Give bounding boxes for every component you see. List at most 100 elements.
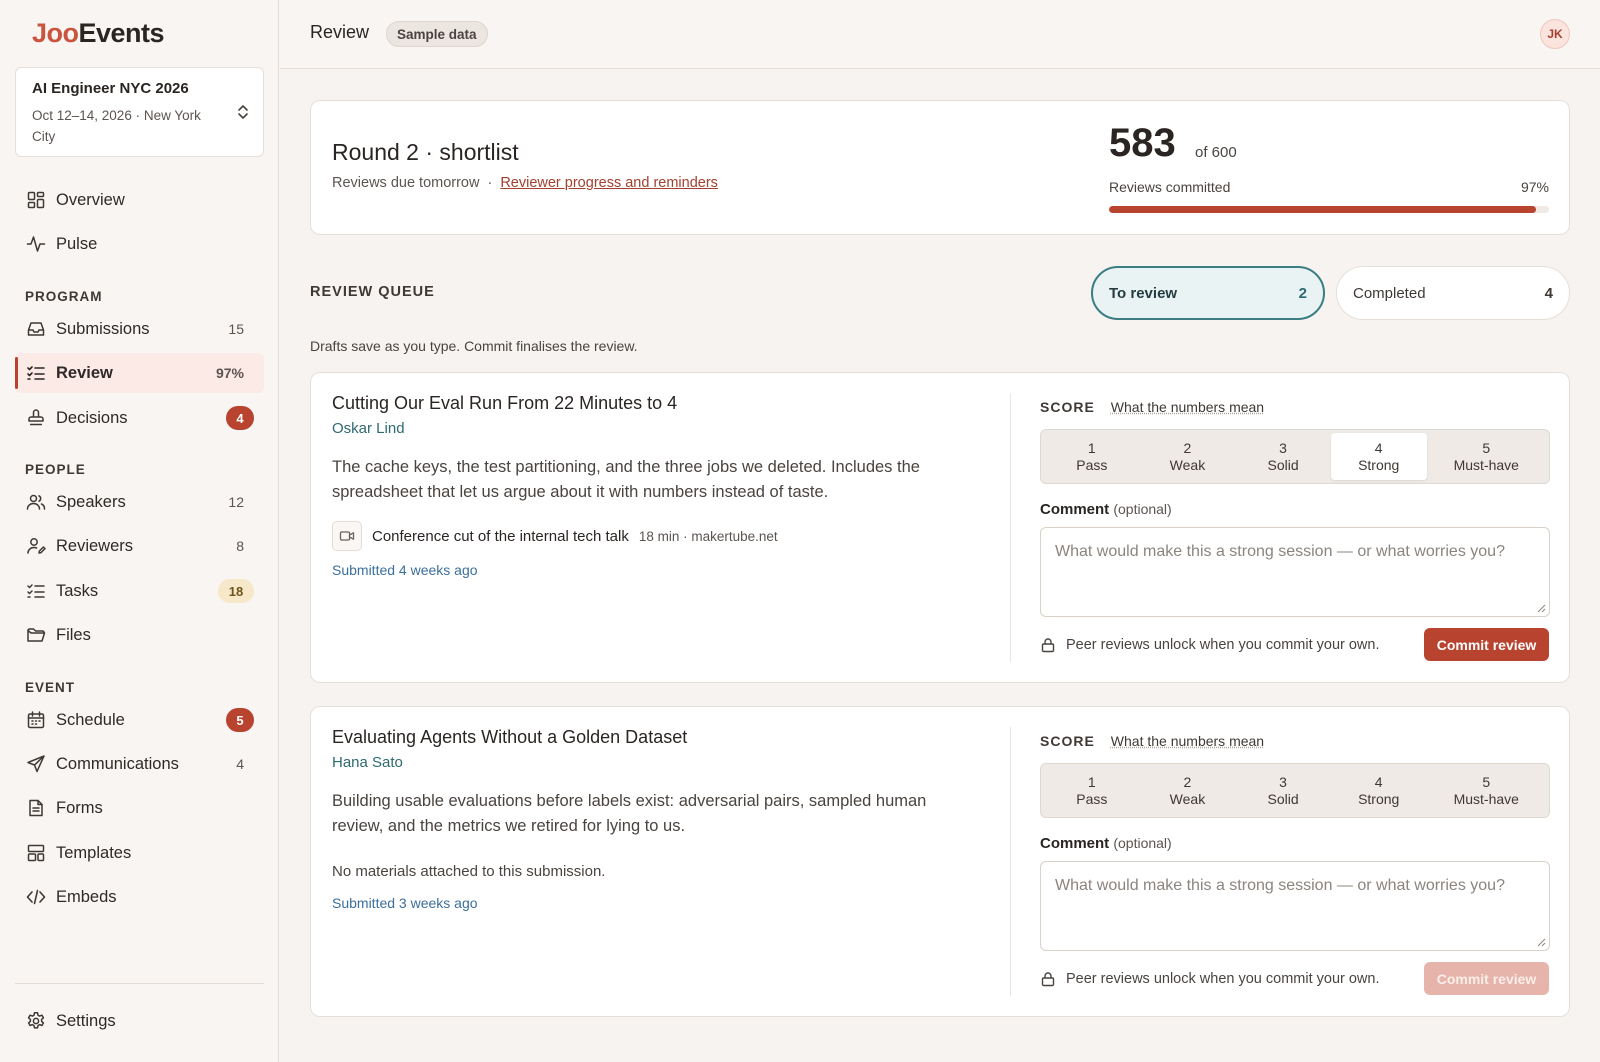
committed-count: 583 [1109, 121, 1176, 165]
sidebar-item-count: 12 [228, 494, 244, 510]
sidebar-item-label: Templates [56, 843, 132, 862]
card-divider [1010, 727, 1011, 996]
sidebar-item-review[interactable]: Review 97% [15, 353, 264, 393]
commit-review-button[interactable]: Commit review [1424, 962, 1549, 995]
grid-icon [26, 190, 46, 210]
sidebar-item-label: Settings [56, 1011, 116, 1030]
sidebar-item-schedule[interactable]: Schedule 5 [15, 700, 264, 740]
score-option-4[interactable]: 4 Strong [1331, 767, 1427, 814]
score-number: 2 [1183, 773, 1192, 790]
reviewer-progress-link[interactable]: Reviewer progress and reminders [500, 175, 718, 191]
tab-label: To review [1109, 284, 1178, 302]
sidebar-item-reviewers[interactable]: Reviewers 8 [15, 526, 264, 566]
avatar[interactable]: JK [1540, 19, 1570, 49]
score-text: Solid [1267, 456, 1299, 473]
sidebar-item-forms[interactable]: Forms [15, 788, 264, 828]
activity-icon [26, 234, 46, 254]
score-text: Weak [1169, 790, 1206, 807]
users-icon [26, 492, 46, 512]
score-option-1[interactable]: 1 Pass [1044, 767, 1140, 814]
session-author[interactable]: Hana Sato [332, 754, 403, 771]
score-selector: 1 Pass 2 Weak 3 Solid 4 Strong 5 Must-have [1040, 763, 1550, 818]
sidebar-item-tasks[interactable]: Tasks 18 [15, 571, 264, 611]
sidebar-item-label: Communications [56, 754, 179, 773]
score-option-3[interactable]: 3 Solid [1235, 433, 1331, 480]
score-option-2[interactable]: 2 Weak [1140, 433, 1236, 480]
tab-completed[interactable]: Completed 4 [1336, 266, 1570, 320]
round-subtitle: Reviews due tomorrow · Reviewer progress a… [332, 175, 718, 191]
event-switcher[interactable]: AI Engineer NYC 2026 Oct 12–14, 2026 · N… [15, 67, 264, 157]
tab-count: 4 [1544, 284, 1553, 302]
sidebar-item-pulse[interactable]: Pulse [15, 224, 264, 264]
sidebar-item-files[interactable]: Files [15, 615, 264, 655]
score-text: Must-have [1453, 456, 1519, 473]
score-meaning-link[interactable]: What the numbers mean [1111, 733, 1264, 749]
sidebar-item-label: Schedule [56, 710, 125, 729]
peer-review-note: Peer reviews unlock when you commit your… [1040, 971, 1380, 987]
section-label-people: PEOPLE [25, 462, 86, 477]
lock-icon [1041, 638, 1055, 653]
score-meaning-link[interactable]: What the numbers mean [1111, 399, 1264, 415]
submitted-time: Submitted 3 weeks ago [332, 895, 478, 911]
committed-label: Reviews committed [1109, 179, 1231, 195]
sidebar-item-embeds[interactable]: Embeds [15, 877, 264, 917]
sidebar-item-label: Forms [56, 798, 103, 817]
comment-textarea[interactable]: What would make this a strong session — … [1040, 527, 1550, 617]
commit-review-button[interactable]: Commit review [1424, 628, 1549, 661]
score-option-3[interactable]: 3 Solid [1235, 767, 1331, 814]
score-header: SCORE What the numbers mean [1040, 399, 1264, 415]
video-icon [332, 521, 362, 551]
sidebar-item-settings[interactable]: Settings [15, 1001, 264, 1041]
score-option-1[interactable]: 1 Pass [1044, 433, 1140, 480]
sidebar-item-label: Pulse [56, 234, 98, 253]
lock-icon [1041, 972, 1055, 987]
score-label: SCORE [1040, 733, 1095, 749]
session-author[interactable]: Oskar Lind [332, 420, 405, 437]
sidebar-item-label: Reviewers [56, 536, 134, 555]
sidebar-item-overview[interactable]: Overview [15, 180, 264, 220]
file-text-icon [26, 798, 46, 818]
resize-grip-icon[interactable] [1537, 604, 1546, 613]
resize-grip-icon[interactable] [1537, 938, 1546, 947]
score-number: 4 [1374, 773, 1383, 790]
logo-events: Events [78, 18, 165, 48]
review-card: Cutting Our Eval Run From 22 Minutes to … [310, 372, 1570, 683]
sidebar-item-label: Embeds [56, 887, 117, 906]
score-option-4[interactable]: 4 Strong [1330, 433, 1427, 480]
folder-icon [26, 625, 46, 645]
score-option-5[interactable]: 5 Must-have [1427, 767, 1547, 814]
sidebar-item-label: Overview [56, 190, 125, 209]
sidebar-item-label: Submissions [56, 319, 150, 338]
list-checks-icon [26, 581, 46, 601]
inbox-icon [26, 319, 46, 339]
app-logo[interactable]: JooEvents [32, 18, 165, 49]
peer-note-text: Peer reviews unlock when you commit your… [1066, 637, 1380, 653]
score-number: 4 [1374, 439, 1383, 456]
sidebar-item-decisions[interactable]: Decisions 4 [15, 398, 264, 438]
score-text: Solid [1267, 790, 1299, 807]
sidebar-item-count: 15 [228, 321, 244, 337]
session-title: Evaluating Agents Without a Golden Datas… [332, 727, 688, 747]
sidebar-item-communications[interactable]: Communications 4 [15, 744, 264, 784]
committed-progress-bar [1109, 206, 1549, 213]
card-divider [1010, 393, 1011, 662]
comment-optional: (optional) [1113, 501, 1172, 517]
score-number: 3 [1279, 773, 1287, 790]
score-number: 5 [1482, 439, 1491, 456]
sidebar-item-speakers[interactable]: Speakers 12 [15, 482, 264, 522]
material-link[interactable]: Conference cut of the internal tech talk… [332, 521, 778, 551]
sidebar-item-submissions[interactable]: Submissions 15 [15, 309, 264, 349]
score-number: 1 [1087, 439, 1096, 456]
score-number: 1 [1087, 773, 1096, 790]
tab-to-review[interactable]: To review 2 [1091, 266, 1325, 320]
score-option-2[interactable]: 2 Weak [1140, 767, 1236, 814]
review-card: Evaluating Agents Without a Golden Datas… [310, 706, 1570, 1017]
gear-icon [26, 1011, 46, 1031]
sidebar-item-templates[interactable]: Templates [15, 833, 264, 873]
stamp-icon [26, 408, 46, 428]
comment-label: Comment (optional) [1040, 835, 1172, 852]
score-number: 3 [1279, 439, 1287, 456]
sidebar-item-label: Tasks [56, 581, 99, 600]
comment-textarea[interactable]: What would make this a strong session — … [1040, 861, 1550, 951]
score-option-5[interactable]: 5 Must-have [1427, 433, 1547, 480]
